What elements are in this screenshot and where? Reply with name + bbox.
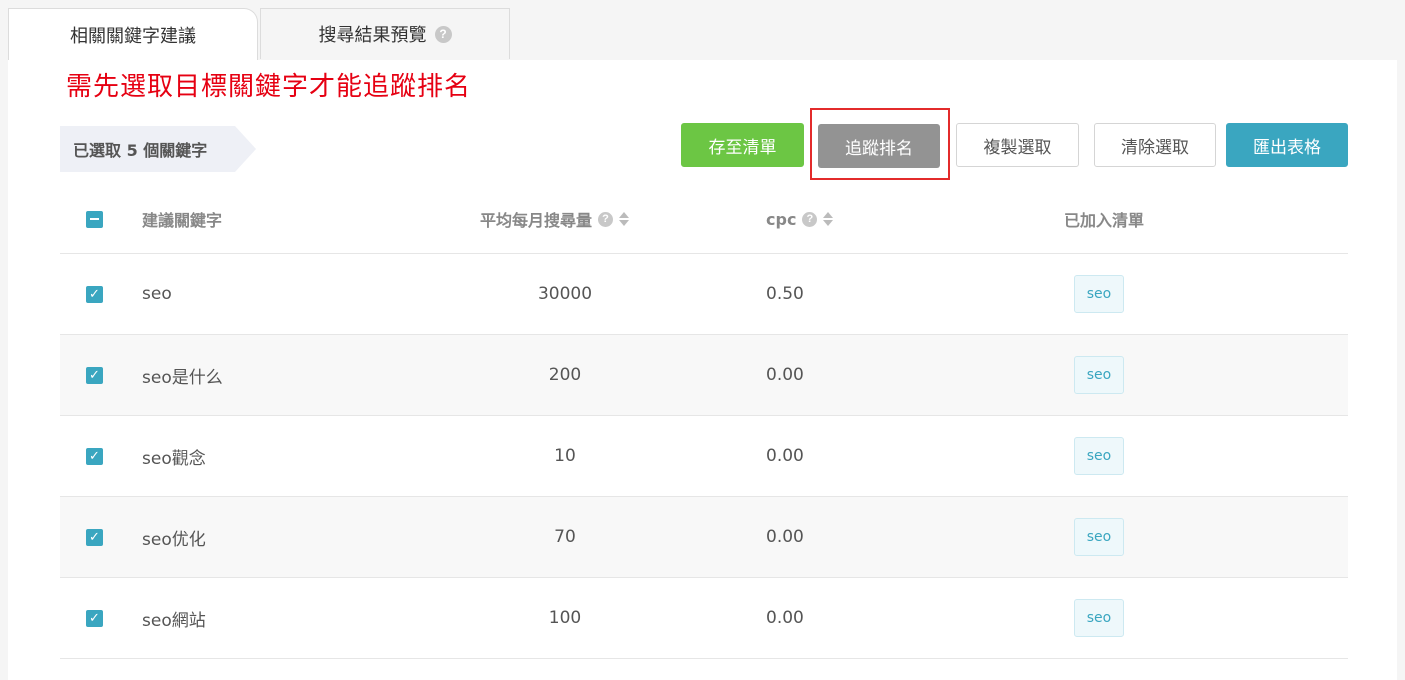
- tab-label: 搜尋結果預覽: [318, 25, 427, 46]
- volume-cell: 10: [554, 446, 576, 466]
- table-row: ✓ seo觀念 10 0.00 seo: [60, 416, 1348, 497]
- row-checkbox[interactable]: ✓: [86, 447, 103, 465]
- tab-related-keywords[interactable]: 相關關鍵字建議: [8, 8, 258, 60]
- notice-text: 需先選取目標關鍵字才能追蹤排名: [66, 72, 472, 102]
- list-tag[interactable]: seo: [1074, 275, 1124, 313]
- minus-icon: [86, 210, 103, 228]
- table-row: ✓ seo 30000 0.50 seo: [60, 254, 1348, 335]
- sort-icon[interactable]: [823, 212, 834, 226]
- list-cell: seo: [1068, 437, 1130, 475]
- select-all-checkbox[interactable]: [86, 210, 103, 228]
- question-circle-icon[interactable]: ?: [434, 25, 452, 43]
- table-row: ✓ seo是什么 200 0.00 seo: [60, 335, 1348, 416]
- header-volume-label: 平均每月搜尋量: [480, 211, 593, 230]
- question-circle-icon[interactable]: ?: [802, 211, 818, 227]
- header-keyword: 建議關鍵字: [142, 211, 223, 230]
- list-cell: seo: [1068, 356, 1130, 394]
- tab-search-preview[interactable]: 搜尋結果預覽 ?: [260, 8, 510, 59]
- header-cpc[interactable]: cpc ?: [766, 209, 834, 229]
- cpc-cell: 0.00: [766, 527, 804, 547]
- list-tag[interactable]: seo: [1074, 356, 1124, 394]
- volume-cell: 100: [548, 608, 582, 628]
- cpc-cell: 0.00: [766, 446, 804, 466]
- keyword-cell: seo是什么: [142, 367, 223, 388]
- cpc-cell: 0.50: [766, 284, 804, 304]
- table-header: 建議關鍵字 平均每月搜尋量 ? cpc ? 已加入清單: [60, 185, 1348, 254]
- clear-selection-button[interactable]: 清除選取: [1094, 123, 1216, 167]
- track-ranking-button[interactable]: 追蹤排名: [818, 124, 940, 168]
- tab-label: 相關關鍵字建議: [70, 25, 196, 47]
- check-icon: ✓: [86, 528, 103, 546]
- list-tag[interactable]: seo: [1074, 599, 1124, 637]
- table-row: ✓ seo網站 100 0.00 seo: [60, 578, 1348, 659]
- keyword-cell: seo优化: [142, 529, 206, 550]
- keyword-panel: 需先選取目標關鍵字才能追蹤排名 已選取 5 個關鍵字 存至清單 追蹤排名 複製選…: [8, 60, 1397, 680]
- cpc-cell: 0.00: [766, 608, 804, 628]
- row-checkbox[interactable]: ✓: [86, 285, 103, 303]
- volume-cell: 200: [548, 365, 582, 385]
- list-cell: seo: [1068, 275, 1130, 313]
- keyword-cell: seo網站: [142, 610, 206, 631]
- check-icon: ✓: [86, 447, 103, 465]
- selection-count-text: 已選取 5 個關鍵字: [73, 141, 208, 160]
- keyword-cell: seo: [142, 284, 172, 304]
- list-cell: seo: [1068, 599, 1130, 637]
- header-cpc-label: cpc: [766, 209, 797, 229]
- row-checkbox[interactable]: ✓: [86, 609, 103, 627]
- volume-cell: 30000: [537, 284, 593, 304]
- cpc-cell: 0.00: [766, 365, 804, 385]
- sort-icon[interactable]: [619, 212, 630, 226]
- save-to-list-button[interactable]: 存至清單: [681, 123, 804, 167]
- list-tag[interactable]: seo: [1074, 518, 1124, 556]
- keyword-table: 建議關鍵字 平均每月搜尋量 ? cpc ? 已加入清單 ✓ seo 30000 …: [60, 185, 1348, 659]
- header-volume[interactable]: 平均每月搜尋量 ?: [480, 207, 630, 231]
- tab-bar: 相關關鍵字建議 搜尋結果預覽 ?: [8, 8, 510, 60]
- header-list: 已加入清單: [1064, 211, 1145, 230]
- export-table-button[interactable]: 匯出表格: [1226, 123, 1348, 167]
- check-icon: ✓: [86, 285, 103, 303]
- keyword-cell: seo觀念: [142, 448, 206, 469]
- check-icon: ✓: [86, 366, 103, 384]
- check-icon: ✓: [86, 609, 103, 627]
- volume-cell: 70: [554, 527, 576, 547]
- question-circle-icon[interactable]: ?: [598, 211, 614, 227]
- list-tag[interactable]: seo: [1074, 437, 1124, 475]
- selection-count-badge: 已選取 5 個關鍵字: [60, 126, 256, 172]
- row-checkbox[interactable]: ✓: [86, 366, 103, 384]
- row-checkbox[interactable]: ✓: [86, 528, 103, 546]
- list-cell: seo: [1068, 518, 1130, 556]
- copy-selection-button[interactable]: 複製選取: [956, 123, 1079, 167]
- table-row: ✓ seo优化 70 0.00 seo: [60, 497, 1348, 578]
